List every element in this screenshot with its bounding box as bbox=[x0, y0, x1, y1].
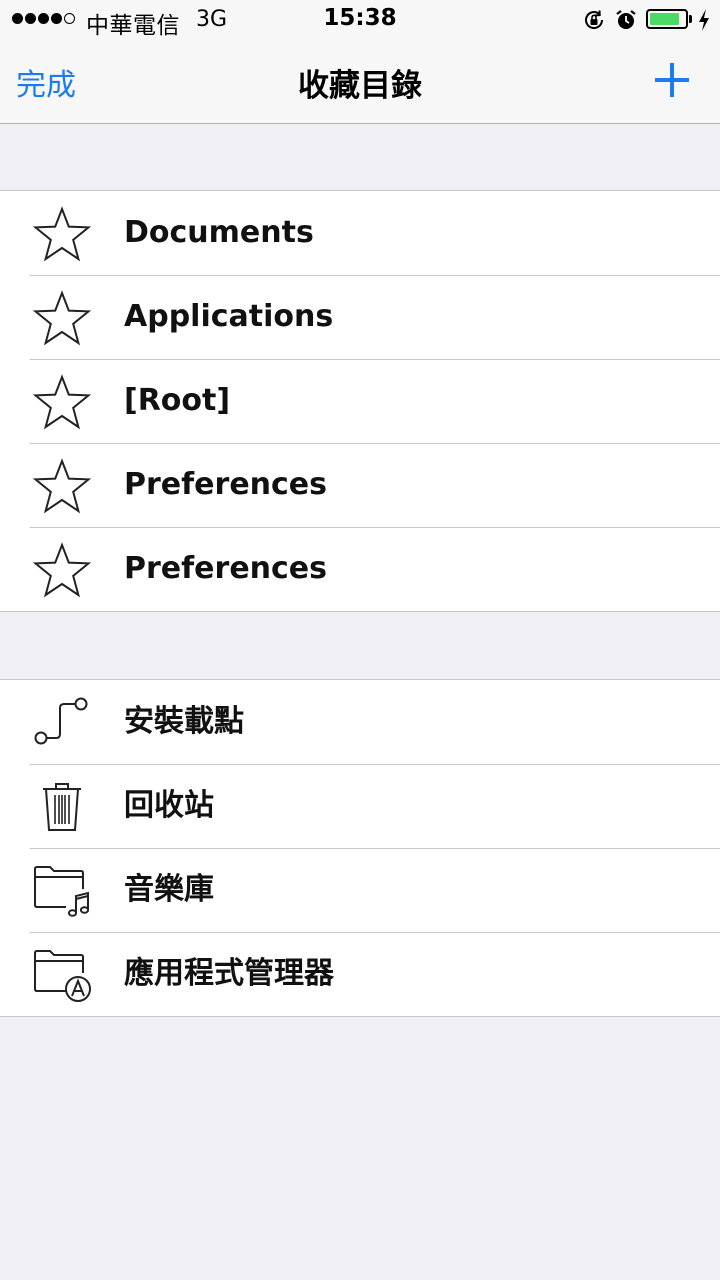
favorite-item[interactable]: Preferences bbox=[0, 527, 720, 611]
star-icon bbox=[32, 290, 92, 346]
location-label: 回收站 bbox=[124, 788, 214, 823]
favorite-label: Preferences bbox=[124, 551, 328, 586]
trash-icon bbox=[43, 783, 81, 831]
navigation-bar: 完成 收藏目錄 bbox=[0, 40, 720, 124]
page-title: 收藏目錄 bbox=[298, 68, 422, 104]
location-item-mount-points[interactable]: 安裝載點 bbox=[0, 680, 720, 764]
favorite-item[interactable]: Documents bbox=[0, 191, 720, 275]
plus-icon bbox=[655, 63, 689, 97]
favorite-label: [Root] bbox=[124, 383, 231, 418]
star-icon bbox=[32, 458, 92, 514]
favorite-item[interactable]: [Root] bbox=[0, 359, 720, 443]
location-item-trash[interactable]: 回收站 bbox=[0, 764, 720, 848]
favorite-label: Documents bbox=[124, 215, 314, 250]
star-icon bbox=[32, 542, 92, 598]
mount-point-icon bbox=[34, 697, 88, 745]
favorite-item[interactable]: Preferences bbox=[0, 443, 720, 527]
app-folder-icon bbox=[34, 950, 91, 1002]
charging-bolt-icon bbox=[699, 9, 709, 31]
star-icon bbox=[32, 206, 92, 262]
favorite-label: Applications bbox=[124, 299, 334, 334]
music-folder-icon bbox=[34, 866, 90, 917]
favorite-label: Preferences bbox=[124, 467, 328, 502]
rotation-lock-icon bbox=[585, 10, 604, 29]
status-time: 15:38 bbox=[323, 5, 397, 31]
location-label: 音樂庫 bbox=[124, 872, 214, 907]
add-button[interactable] bbox=[652, 60, 692, 100]
star-icon bbox=[32, 374, 92, 430]
favorite-item[interactable]: Applications bbox=[0, 275, 720, 359]
alarm-icon bbox=[616, 10, 636, 29]
favorites-list: Documents Applications [Root] Preference… bbox=[0, 190, 720, 612]
location-label: 應用程式管理器 bbox=[124, 956, 334, 991]
battery-level bbox=[650, 13, 679, 25]
status-bar: 中華電信 3G 15:38 bbox=[0, 0, 720, 40]
location-item-music-library[interactable]: 音樂庫 bbox=[0, 848, 720, 932]
locations-list: 安裝載點 回收站 音樂庫 應用程式管理器 bbox=[0, 679, 720, 1017]
location-label: 安裝載點 bbox=[124, 704, 244, 739]
location-item-app-manager[interactable]: 應用程式管理器 bbox=[0, 932, 720, 1016]
battery-icon bbox=[646, 9, 688, 29]
